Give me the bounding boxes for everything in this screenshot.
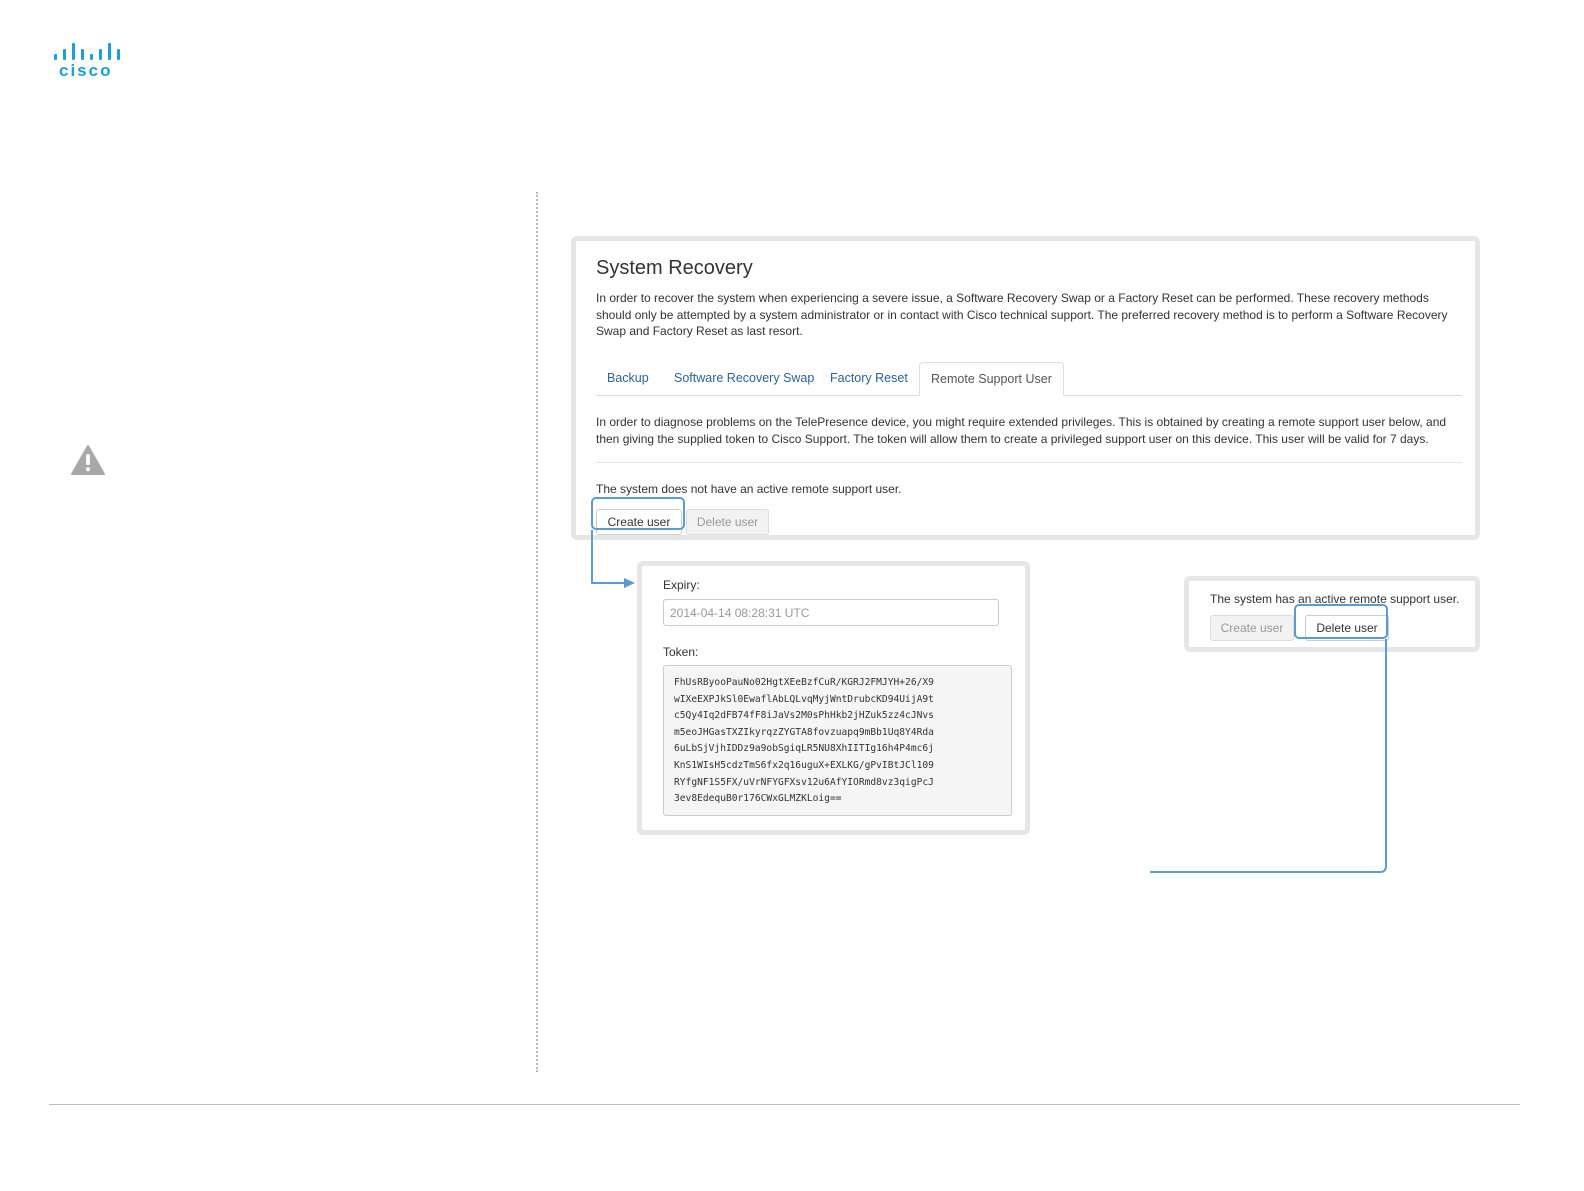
token-line: FhUsRByooPauNo02HgtXEeBzfCuR/KGRJ2FMJYH+… bbox=[674, 677, 934, 688]
cisco-logo: cisco bbox=[54, 42, 126, 82]
cisco-logo-bars bbox=[54, 42, 126, 60]
token-line: RYfgNF1S5FX/uVrNFYGFXsv12u6AfYIORmd8vz3q… bbox=[674, 776, 934, 788]
token-textarea[interactable]: FhUsRByooPauNo02HgtXEeBzfCuR/KGRJ2FMJYH+… bbox=[663, 665, 1012, 816]
token-line: c5Qy4Iq2dFB74fF8iJaVs2M0sPhHkb2jHZuk5zz4… bbox=[674, 710, 934, 722]
token-label: Token: bbox=[663, 645, 699, 659]
intro-text: In order to recover the system when expe… bbox=[596, 291, 1448, 338]
remote-user-token-panel: Expiry: Token: FhUsRByooPauNo02HgtXEeBzf… bbox=[637, 561, 1030, 835]
tab-software-recovery-swap[interactable]: Software Recovery Swap bbox=[663, 362, 825, 395]
token-line: wIXeEXPJkSl0EwaflAbLQLvqMyjWntDrubcKD94U… bbox=[674, 693, 934, 705]
footer-divider bbox=[49, 1104, 1520, 1105]
cisco-logo-text: cisco bbox=[59, 61, 113, 80]
column-divider bbox=[536, 192, 538, 1072]
diagnose-text: In order to diagnose problems on the Tel… bbox=[596, 415, 1447, 446]
token-line: m5eoJHGasTXZIkyrqzZYGTA8fovzuapq9mBb1Uq8… bbox=[674, 726, 934, 738]
system-recovery-panel: System Recovery In order to recover the … bbox=[571, 236, 1480, 540]
create-user-highlight bbox=[591, 497, 685, 530]
warning-icon bbox=[70, 444, 106, 476]
tab-factory-reset[interactable]: Factory Reset bbox=[819, 362, 919, 395]
status-text: The system does not have an active remot… bbox=[596, 482, 902, 496]
create-user-button-disabled[interactable]: Create user bbox=[1210, 615, 1294, 641]
expiry-field[interactable] bbox=[663, 599, 999, 626]
tab-remote-support-user[interactable]: Remote Support User bbox=[919, 362, 1064, 396]
delete-user-button-disabled[interactable]: Delete user bbox=[686, 509, 769, 535]
tab-bar: Backup Software Recovery Swap Factory Re… bbox=[596, 362, 1462, 396]
panel-title: System Recovery bbox=[596, 257, 753, 279]
token-line: KnS1WIsH5cdzTmS6fx2q16uguX+EXLKG/gPvIBtJ… bbox=[674, 759, 934, 771]
expiry-label: Expiry: bbox=[663, 578, 700, 592]
token-line: 6uLbSjVjhIDDz9a9obSgiqLR5NU8XhIITIg16h4P… bbox=[674, 743, 934, 755]
separator bbox=[596, 462, 1462, 463]
token-line: 3ev8EdequB0r176CWxGLMZKLoig== bbox=[674, 793, 842, 805]
delete-user-highlight bbox=[1294, 604, 1388, 639]
tab-backup[interactable]: Backup bbox=[596, 362, 660, 395]
